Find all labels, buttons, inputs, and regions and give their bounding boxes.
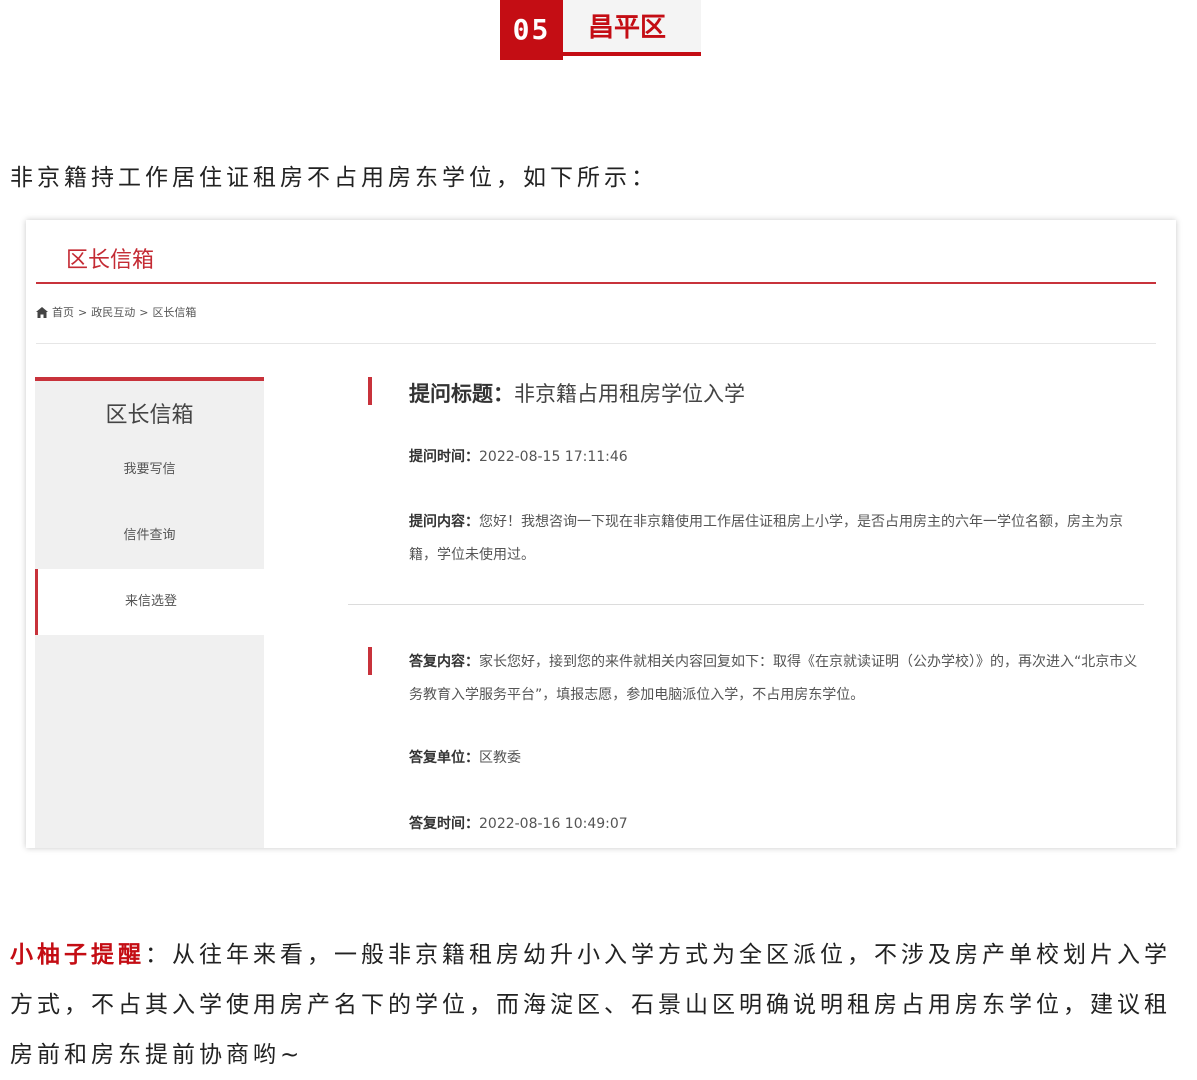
answer-unit: 区教委 (479, 750, 521, 766)
breadcrumb-separator: > (139, 305, 149, 319)
breadcrumb-home[interactable]: 首页 (52, 304, 74, 320)
district-number: 05 (500, 0, 563, 60)
intro-text: 非京籍持工作居住证租房不占用房东学位，如下所示： (10, 165, 658, 191)
question-time-label: 提问时间： (409, 449, 479, 465)
question-content-label: 提问内容： (409, 514, 479, 530)
question-marker (368, 377, 372, 405)
tip-label: 小柚子提醒 (10, 942, 145, 968)
title-divider (36, 282, 1156, 284)
breadcrumb-current[interactable]: 区长信箱 (152, 304, 196, 320)
answer-unit-label: 答复单位： (409, 750, 479, 766)
card-title: 区长信箱 (66, 248, 155, 273)
sidebar-accent (35, 377, 264, 381)
sidebar-item-selected-letters[interactable]: 来信选登 (35, 569, 264, 635)
sidebar-item-write-letter[interactable]: 我要写信 (35, 437, 264, 503)
tip-paragraph: 小柚子提醒：从往年来看，一般非京籍租房幼升小入学方式为全区派位，不涉及房产单校划… (10, 930, 1190, 1080)
breadcrumb: 首页 > 政民互动 > 区长信箱 (36, 304, 196, 320)
question-time-row: 提问时间：2022-08-15 17:11:46 (409, 441, 628, 474)
answer-unit-row: 答复单位：区教委 (409, 742, 521, 775)
answer-marker (368, 647, 372, 675)
answer-content: 家长您好，接到您的来件就相关内容回复如下：取得《在京就读证明（公办学校）》的，再… (409, 654, 1138, 703)
question-title-row: 提问标题：非京籍占用租房学位入学 (409, 378, 745, 408)
question-time: 2022-08-15 17:11:46 (479, 449, 628, 465)
answer-time: 2022-08-16 10:49:07 (479, 816, 628, 832)
breadcrumb-divider (36, 343, 1156, 344)
answer-time-row: 答复时间：2022-08-16 10:49:07 (409, 808, 628, 841)
sidebar: 区长信箱 我要写信 信件查询 来信选登 (35, 377, 264, 848)
tip-text: ：从往年来看，一般非京籍租房幼升小入学方式为全区派位，不涉及房产单校划片入学方式… (10, 942, 1171, 1068)
question-content: 您好！我想咨询一下现在非京籍使用工作居住证租房上小学，是否占用房主的六年一学位名… (409, 514, 1123, 563)
district-name: 昌平区 (563, 0, 701, 56)
home-icon (36, 306, 48, 318)
sidebar-title: 区长信箱 (105, 403, 194, 428)
breadcrumb-separator: > (78, 305, 88, 319)
district-badge: 05 昌平区 (500, 0, 701, 60)
answer-time-label: 答复时间： (409, 816, 479, 832)
answer-content-label: 答复内容： (409, 654, 479, 670)
mailbox-screenshot: 区长信箱 首页 > 政民互动 > 区长信箱 区长信箱 我要写信 信件查询 来信选… (26, 220, 1176, 848)
question-content-row: 提问内容：您好！我想咨询一下现在非京籍使用工作居住证租房上小学，是否占用房主的六… (409, 506, 1139, 572)
question-title-label: 提问标题： (409, 382, 514, 406)
qa-divider (348, 604, 1144, 605)
question-title: 非京籍占用租房学位入学 (514, 382, 745, 406)
sidebar-item-letter-query[interactable]: 信件查询 (35, 503, 264, 569)
breadcrumb-interaction[interactable]: 政民互动 (91, 304, 135, 320)
answer-content-row: 答复内容：家长您好，接到您的来件就相关内容回复如下：取得《在京就读证明（公办学校… (409, 646, 1139, 712)
